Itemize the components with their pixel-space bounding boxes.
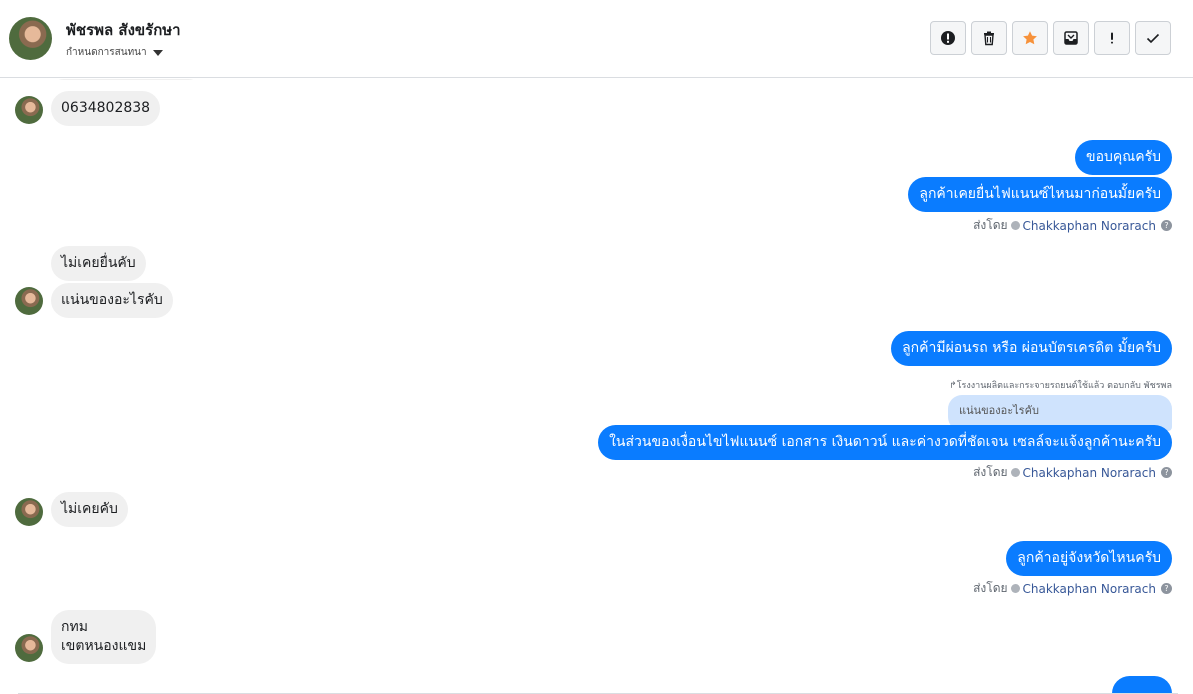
message-line: เขตหนองแขม [61, 638, 147, 654]
sent-by-info: ส่งโดย Chakkaphan Norarach ? [973, 216, 1172, 235]
message-bubble-outgoing[interactable] [1112, 676, 1172, 694]
message-bubble-incoming[interactable]: แน่นของอะไรคับ [51, 283, 173, 318]
conversation-settings-label: กำหนดการสนทนา [66, 47, 147, 58]
message-bubble-incoming[interactable]: กทม เขตหนองแขม [51, 610, 157, 664]
sent-by-label: ส่งโดย [973, 581, 1008, 595]
sent-by-info: ส่งโดย Chakkaphan Norarach ? [973, 463, 1172, 482]
conversation-header: พัชรพล สังขรักษา กำหนดการสนทนา [0, 0, 1193, 78]
message-bubble-outgoing[interactable]: ในส่วนของเงื่อนไขไฟแนนซ์ เอกสาร เงินดาวน… [598, 425, 1172, 460]
message-bubble-outgoing[interactable]: ลูกค้ามีผ่อนรถ หรือ ผ่อนบัตรเครดิต มั้ยค… [891, 331, 1172, 366]
exclamation-icon [1111, 32, 1113, 44]
message-thread[interactable]: 0634802838 ขอบคุณครับ ลูกค้าเคยยื่นไฟแนน… [0, 79, 1193, 694]
inbox-icon [1064, 31, 1078, 45]
message-line: กทม [61, 619, 88, 635]
message-bubble-incoming[interactable]: 0634802838 [51, 91, 161, 126]
chevron-down-icon [152, 49, 163, 56]
mark-spam-button[interactable] [930, 21, 966, 55]
mark-done-button[interactable] [1135, 21, 1171, 55]
sent-by-label: ส่งโดย [973, 465, 1008, 479]
trash-icon [984, 31, 994, 46]
conversation-settings-dropdown[interactable]: กำหนดการสนทนา [66, 45, 163, 60]
reply-context: ↱โรงงานผลิตและกระจายรถยนต์ใช้แล้ว ตอบกลั… [949, 381, 1172, 391]
reply-context-text: โรงงานผลิตและกระจายรถยนต์ใช้แล้ว ตอบกลับ… [956, 381, 1172, 391]
sent-by-info: ส่งโดย Chakkaphan Norarach ? [973, 579, 1172, 598]
contact-avatar-small [15, 634, 43, 662]
action-toolbar [930, 21, 1171, 55]
help-icon[interactable]: ? [1161, 220, 1172, 231]
contact-name[interactable]: พัชรพล สังขรักษา [66, 18, 181, 42]
star-button[interactable] [1012, 21, 1048, 55]
message-bubble-outgoing[interactable]: ลูกค้าอยู่จังหวัดไหนครับ [1006, 541, 1172, 576]
agent-link[interactable]: Chakkaphan Norarach [1023, 582, 1156, 596]
mark-important-button[interactable] [1094, 21, 1130, 55]
message-bubble-incoming[interactable]: ไม่เคยคับ [51, 492, 128, 527]
message-bubble-outgoing[interactable]: ลูกค้าเคยยื่นไฟแนนซ์ไหนมาก่อนมั้ยครับ [908, 177, 1172, 212]
help-icon[interactable]: ? [1161, 467, 1172, 478]
move-to-inbox-button[interactable] [1053, 21, 1089, 55]
contact-avatar-small [15, 96, 43, 124]
page-badge-icon [1010, 584, 1020, 593]
contact-avatar-small [15, 287, 43, 315]
alert-icon [941, 31, 955, 45]
contact-avatar-small [15, 498, 43, 526]
sent-by-label: ส่งโดย [973, 218, 1008, 232]
contact-avatar[interactable] [9, 17, 52, 60]
message-bubble-incoming[interactable] [51, 79, 201, 80]
check-icon [1146, 33, 1160, 44]
delete-button[interactable] [971, 21, 1007, 55]
help-icon[interactable]: ? [1161, 583, 1172, 594]
agent-link[interactable]: Chakkaphan Norarach [1023, 466, 1156, 480]
page-badge-icon [1010, 468, 1020, 477]
page-badge-icon [1010, 221, 1020, 230]
message-bubble-outgoing[interactable]: ขอบคุณครับ [1075, 140, 1172, 175]
message-bubble-incoming[interactable]: ไม่เคยยื่นคับ [51, 246, 146, 281]
agent-link[interactable]: Chakkaphan Norarach [1023, 219, 1156, 233]
star-icon [1023, 31, 1037, 45]
